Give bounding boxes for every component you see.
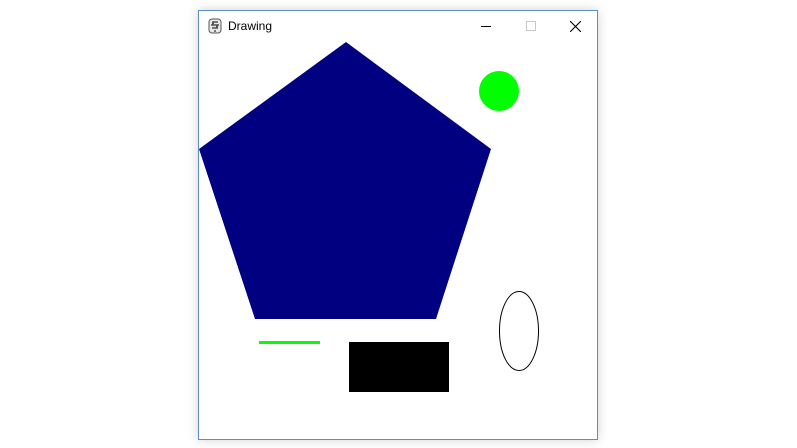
drawing-canvas[interactable] (199, 41, 597, 439)
minimize-icon (480, 26, 491, 27)
pentagon-shape (199, 42, 491, 319)
title-bar[interactable]: Drawing (199, 11, 597, 41)
maximize-button[interactable] (508, 11, 553, 41)
maximize-icon (525, 21, 536, 31)
window-title: Drawing (228, 19, 273, 33)
drawing-window: Drawing (198, 10, 598, 440)
feather-app-icon (208, 18, 222, 34)
close-icon (570, 20, 581, 32)
circle-shape (479, 71, 519, 111)
ellipse-shape (499, 291, 539, 371)
minimize-button[interactable] (463, 11, 508, 41)
close-button[interactable] (553, 11, 598, 41)
rectangle-shape (349, 342, 449, 392)
